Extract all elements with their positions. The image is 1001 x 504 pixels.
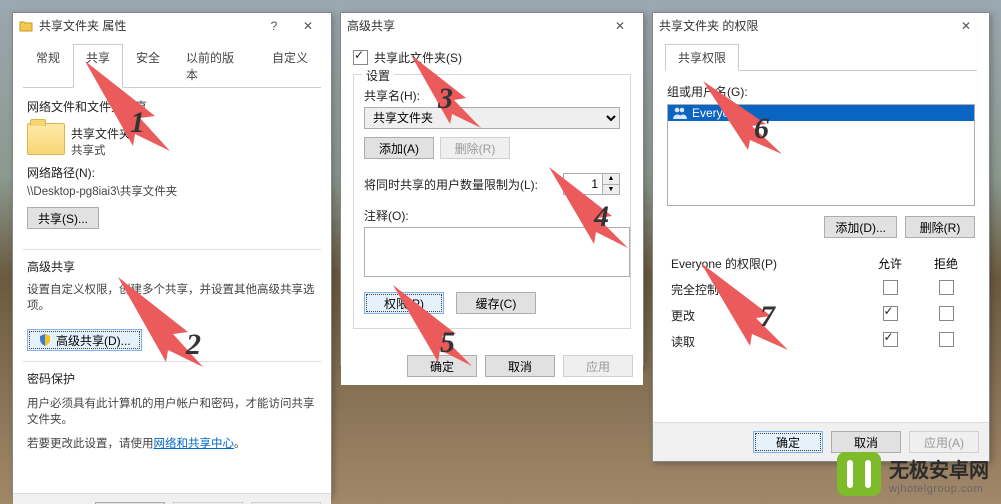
folder-row: 共享文件夹 共享式 (27, 123, 317, 158)
share-name-select[interactable]: 共享文件夹 (364, 107, 620, 129)
comment-label: 注释(O): (364, 207, 620, 224)
brand-logo: 无极安卓网 wjhotelgroup.com (837, 452, 989, 496)
network-path-value: \\Desktop-pg8iai3\共享文件夹 (27, 183, 317, 199)
perm-row-read: 读取 (669, 329, 973, 353)
share-state: 共享式 (71, 142, 131, 158)
add-user-button[interactable]: 添加(D)... (824, 216, 897, 238)
window-title: 共享文件夹 属性 (39, 13, 257, 39)
folder-name: 共享文件夹 (71, 125, 131, 142)
tab-previous-versions[interactable]: 以前的版本 (173, 44, 259, 88)
allow-read[interactable] (883, 332, 898, 347)
perm-row-full-control: 完全控制 (669, 277, 973, 301)
add-share-button[interactable]: 添加(A) (364, 137, 434, 159)
deny-full-control[interactable] (939, 280, 954, 295)
tab-security[interactable]: 安全 (123, 44, 173, 88)
allow-header: 允许 (878, 257, 902, 271)
apply-button: 应用 (563, 355, 633, 377)
tab-strip: 共享权限 (665, 43, 977, 71)
limit-users-spinner[interactable]: ▲▼ (563, 173, 620, 195)
tab-general[interactable]: 常规 (23, 44, 73, 88)
permissions-button[interactable]: 权限(P) (364, 292, 444, 314)
window-title: 高级共享 (347, 13, 603, 39)
share-this-folder-checkbox[interactable]: 共享此文件夹(S) (353, 49, 631, 66)
limit-users-label: 将同时共享的用户数量限制为(L): (364, 176, 538, 193)
deny-read[interactable] (939, 332, 954, 347)
advanced-share-desc: 设置自定义权限，创建多个共享，并设置其他高级共享选项。 (27, 281, 317, 313)
shared-folder-icon (27, 123, 65, 155)
deny-change[interactable] (939, 306, 954, 321)
tab-share-permissions[interactable]: 共享权限 (665, 44, 739, 71)
group-user-listbox[interactable]: Everyone (667, 104, 975, 206)
tab-custom[interactable]: 自定义 (259, 44, 321, 88)
close-button[interactable]: ✕ (949, 16, 983, 36)
titlebar[interactable]: 共享文件夹 属性 ? ✕ (13, 13, 331, 39)
tab-share[interactable]: 共享 (73, 44, 123, 88)
folder-icon (19, 19, 33, 33)
dialog-buttons: 关闭 取消 应用(A) (13, 493, 331, 504)
comment-textarea[interactable] (364, 227, 630, 277)
close-button[interactable]: ✕ (291, 16, 325, 36)
titlebar[interactable]: 高级共享 ✕ (341, 13, 643, 39)
share-name-label: 共享名(H): (364, 87, 620, 104)
settings-title: 设置 (362, 67, 394, 84)
window-title: 共享文件夹 的权限 (659, 13, 949, 39)
remove-share-button: 删除(R) (440, 137, 510, 159)
advanced-share-button[interactable]: 高级共享(D)... (27, 329, 142, 351)
ok-button[interactable]: 确定 (753, 431, 823, 453)
shield-icon (38, 333, 52, 347)
permissions-table: Everyone 的权限(P) 允许 拒绝 完全控制 更改 (667, 250, 975, 355)
brand-badge-icon (837, 452, 881, 496)
allow-full-control[interactable] (883, 280, 898, 295)
tab-strip: 常规 共享 安全 以前的版本 自定义 (23, 43, 321, 88)
share-this-folder-label: 共享此文件夹(S) (374, 49, 462, 66)
spin-down[interactable]: ▼ (603, 185, 619, 195)
perm-row-change: 更改 (669, 303, 973, 327)
share-button[interactable]: 共享(S)... (27, 207, 99, 229)
window-body: 共享权限 组或用户名(G): Everyone 添加(D)... 删除(R) E… (653, 39, 989, 361)
password-protect-heading: 密码保护 (27, 370, 317, 387)
titlebar[interactable]: 共享文件夹 的权限 ✕ (653, 13, 989, 39)
password-line2: 若要更改此设置，请使用网络和共享中心。 (27, 435, 317, 451)
network-share-heading: 网络文件和文件夹共享 (27, 98, 317, 115)
advanced-sharing-window: 高级共享 ✕ 共享此文件夹(S) 设置 共享名(H): 共享文件夹 添加(A) … (340, 12, 644, 366)
close-button[interactable]: ✕ (603, 16, 637, 36)
password-protect-group: 密码保护 用户必须具有此计算机的用户帐户和密码，才能访问共享文件夹。 若要更改此… (23, 370, 321, 493)
network-path-label: 网络路径(N): (27, 164, 317, 181)
deny-header: 拒绝 (934, 257, 958, 271)
help-button[interactable]: ? (257, 16, 291, 36)
cancel-button[interactable]: 取消 (831, 431, 901, 453)
network-share-group: 网络文件和文件夹共享 共享文件夹 共享式 网络路径(N): \\Desktop-… (23, 94, 321, 239)
brand-name-en: wjhotelgroup.com (889, 483, 989, 495)
advanced-share-heading: 高级共享 (27, 258, 317, 275)
spin-up[interactable]: ▲ (603, 174, 619, 185)
dialog-buttons: 确定 取消 应用 (341, 347, 643, 385)
advanced-share-button-label: 高级共享(D)... (56, 332, 131, 349)
advanced-share-group: 高级共享 设置自定义权限，创建多个共享，并设置其他高级共享选项。 高级共享(D)… (23, 258, 321, 361)
password-line1: 用户必须具有此计算机的用户帐户和密码，才能访问共享文件夹。 (27, 395, 317, 427)
brand-name-cn: 无极安卓网 (889, 454, 989, 483)
caching-button[interactable]: 缓存(C) (456, 292, 536, 314)
stage: 共享文件夹 属性 ? ✕ 常规 共享 安全 以前的版本 自定义 网络文件和文件夹… (0, 0, 1001, 504)
allow-change[interactable] (883, 306, 898, 321)
window-body: 常规 共享 安全 以前的版本 自定义 网络文件和文件夹共享 共享文件夹 共享式 … (13, 39, 331, 493)
ok-button[interactable]: 确定 (407, 355, 477, 377)
user-everyone-label: Everyone (692, 106, 743, 120)
limit-users-input[interactable] (564, 174, 602, 194)
remove-user-button[interactable]: 删除(R) (905, 216, 975, 238)
apply-button: 应用(A) (909, 431, 979, 453)
window-body: 共享此文件夹(S) 设置 共享名(H): 共享文件夹 添加(A) 删除(R) 将… (341, 39, 643, 347)
properties-window: 共享文件夹 属性 ? ✕ 常规 共享 安全 以前的版本 自定义 网络文件和文件夹… (12, 12, 332, 496)
cancel-button[interactable]: 取消 (485, 355, 555, 377)
settings-group: 设置 共享名(H): 共享文件夹 添加(A) 删除(R) 将同时共享的用户数量限… (353, 74, 631, 329)
permissions-window: 共享文件夹 的权限 ✕ 共享权限 组或用户名(G): Everyone 添加(D… (652, 12, 990, 462)
checkbox-icon (353, 50, 368, 65)
user-everyone-row[interactable]: Everyone (668, 105, 974, 121)
permissions-for-label: Everyone 的权限(P) (671, 257, 777, 271)
group-or-user-label: 组或用户名(G): (667, 83, 975, 100)
users-icon (672, 106, 688, 120)
network-sharing-center-link[interactable]: 网络和共享中心 (154, 438, 235, 450)
